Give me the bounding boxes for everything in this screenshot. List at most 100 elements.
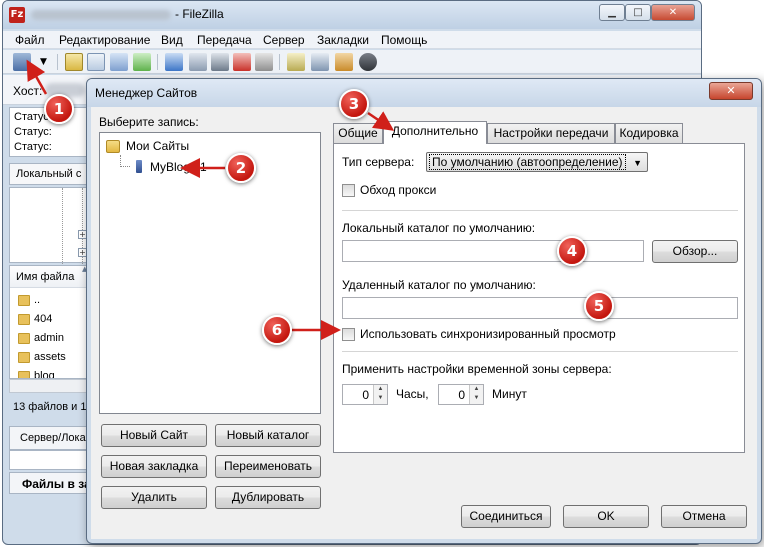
new-bookmark-button[interactable]: Новая закладка (101, 455, 207, 478)
site-server-icon (136, 160, 142, 173)
remote-tree-icon[interactable] (110, 53, 128, 71)
search-icon[interactable] (359, 53, 377, 71)
callout-badge-4: 4 (557, 236, 587, 266)
callout-badge-2: 2 (226, 153, 256, 183)
callout-badge-1: 1 (44, 94, 74, 124)
callout-badge-5: 5 (584, 291, 614, 321)
bypass-proxy-checkbox[interactable] (342, 184, 355, 197)
server-type-value: По умолчанию (автоопределение) (429, 154, 626, 170)
server-type-label: Тип сервера: (342, 155, 415, 169)
tab-charset[interactable]: Кодировка (615, 123, 683, 143)
tab-transfer-settings[interactable]: Настройки передачи (487, 123, 615, 143)
site-tree[interactable]: Мои Сайты MyBlog 01 (99, 132, 321, 414)
site-manager-dialog: Менеджер Сайтов ✕ Выберите запись: Мои С… (86, 78, 762, 544)
main-window-title: - FileZilla (175, 7, 224, 21)
site-manager-icon[interactable] (13, 53, 31, 71)
dialog-titlebar: Менеджер Сайтов ✕ (87, 79, 761, 107)
menu-bookmarks[interactable]: Закладки (317, 33, 369, 47)
dialog-title: Менеджер Сайтов (95, 86, 198, 100)
menu-transfer[interactable]: Передача (197, 33, 252, 47)
sites-folder-icon (106, 140, 120, 153)
dialog-body: Выберите запись: Мои Сайты MyBlog 01 Нов… (91, 107, 757, 539)
close-button[interactable]: ✕ (651, 4, 695, 21)
toolbar: ▼ (3, 50, 701, 74)
refresh-icon[interactable] (165, 53, 183, 71)
minutes-spinner[interactable]: 0 ▲ ▼ (438, 384, 484, 405)
cancel-button[interactable]: Отмена (661, 505, 747, 528)
blurred-connection-info (31, 10, 171, 20)
file-row[interactable]: blog (34, 370, 55, 378)
compare-icon[interactable] (311, 53, 329, 71)
menu-server[interactable]: Сервер (263, 33, 305, 47)
menu-file[interactable]: Файл (15, 33, 45, 47)
toolbar-separator (57, 54, 58, 70)
local-tree-icon[interactable] (87, 53, 105, 71)
tree-guide-line (62, 188, 63, 264)
minutes-label: Минут (492, 387, 527, 401)
hours-label: Часы, (396, 387, 429, 401)
settings-tabs: Общие Дополнительно Настройки передачи К… (333, 121, 749, 144)
chevron-down-icon: ▼ (633, 158, 642, 168)
folder-icon (18, 352, 30, 363)
folder-icon (18, 314, 30, 325)
maximize-button[interactable]: □ (625, 4, 651, 21)
callout-badge-3: 3 (339, 89, 369, 119)
sync-browse-checkbox[interactable] (342, 328, 355, 341)
sync-browse-icon[interactable] (335, 53, 353, 71)
local-site-label: Локальный с (16, 168, 82, 180)
delete-button[interactable]: Удалить (101, 486, 207, 509)
menu-view[interactable]: Вид (161, 33, 183, 47)
reconnect-icon[interactable] (287, 53, 305, 71)
callout-badge-6: 6 (262, 315, 292, 345)
tab-advanced[interactable]: Дополнительно (383, 121, 487, 144)
site-manager-dropdown-icon[interactable]: ▼ (40, 57, 47, 67)
process-queue-icon[interactable] (211, 53, 229, 71)
dialog-close-button[interactable]: ✕ (709, 82, 753, 100)
new-site-button[interactable]: Новый Сайт (101, 424, 207, 447)
disconnect-icon[interactable] (255, 53, 273, 71)
local-dir-input[interactable] (342, 240, 644, 262)
menu-edit[interactable]: Редактирование (59, 33, 150, 47)
hours-spinner[interactable]: 0 ▲ ▼ (342, 384, 388, 405)
transfer-queue-icon[interactable] (133, 53, 151, 71)
file-row[interactable]: assets (34, 351, 66, 363)
file-row[interactable]: 404 (34, 313, 52, 325)
browse-button[interactable]: Обзор... (652, 240, 738, 263)
ok-button[interactable]: OK (563, 505, 649, 528)
remote-dir-input[interactable] (342, 297, 738, 319)
cancel-operation-icon[interactable] (233, 53, 251, 71)
file-row[interactable]: admin (34, 332, 64, 344)
timezone-label: Применить настройки временной зоны серве… (342, 362, 612, 376)
log-line: Статус: (14, 126, 52, 138)
select-entry-label: Выберите запись: (99, 115, 199, 129)
rename-button[interactable]: Переименовать (215, 455, 321, 478)
connect-button[interactable]: Соединиться (461, 505, 551, 528)
advanced-tab-panel: Тип сервера: По умолчанию (автоопределен… (333, 143, 745, 453)
sync-browse-label: Использовать синхронизированный просмотр (360, 327, 616, 341)
toolbar-separator (279, 54, 280, 70)
toolbar-separator (157, 54, 158, 70)
message-log-icon[interactable] (65, 53, 83, 71)
folder-icon (18, 295, 30, 306)
menu-help[interactable]: Помощь (381, 33, 427, 47)
folder-icon (18, 333, 30, 344)
minimize-button[interactable]: ▁ (599, 4, 625, 21)
spinner-arrows-icon[interactable]: ▲ ▼ (373, 385, 387, 404)
menu-bar: Файл Редактирование Вид Передача Сервер … (3, 31, 701, 49)
tab-general[interactable]: Общие (333, 123, 383, 143)
new-folder-button[interactable]: Новый каталог (215, 424, 321, 447)
filter-icon[interactable] (189, 53, 207, 71)
filezilla-app-icon[interactable]: Fz (9, 7, 25, 23)
queue-column-label: Сервер/Лока (20, 432, 86, 444)
queued-files-tab[interactable]: Файлы в за (22, 477, 91, 491)
tree-site-myblog[interactable]: MyBlog 01 (150, 160, 207, 174)
hours-value: 0 (362, 388, 369, 402)
bypass-proxy-label: Обход прокси (360, 183, 437, 197)
file-row[interactable]: .. (34, 294, 40, 306)
spinner-arrows-icon[interactable]: ▲ ▼ (469, 385, 483, 404)
server-type-select[interactable]: По умолчанию (автоопределение) ▼ (426, 152, 648, 172)
section-divider (342, 351, 738, 352)
duplicate-button[interactable]: Дублировать (215, 486, 321, 509)
remote-dir-label: Удаленный каталог по умолчанию: (342, 278, 536, 292)
tree-connector (120, 155, 130, 167)
